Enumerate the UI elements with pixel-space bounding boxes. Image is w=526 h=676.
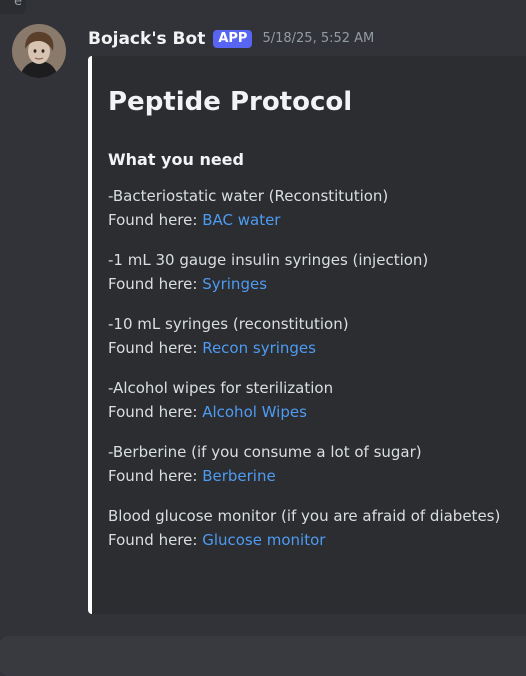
supply-item: Blood glucose monitor (if you are afraid… — [108, 504, 526, 552]
alcohol-wipes-link[interactable]: Alcohol Wipes — [202, 403, 307, 421]
previous-message-stub: e — [0, 0, 26, 14]
found-here-label: Found here: — [108, 403, 203, 421]
berberine-link[interactable]: Berberine — [202, 467, 276, 485]
supply-item-text: -1 mL 30 gauge insulin syringes (injecti… — [108, 251, 429, 269]
supply-item: -1 mL 30 gauge insulin syringes (injecti… — [108, 248, 526, 296]
supply-item-text: -Bacteriostatic water (Reconstitution) — [108, 187, 389, 205]
supply-item-text: -Berberine (if you consume a lot of suga… — [108, 443, 422, 461]
supply-link-line: Found here: Syringes — [108, 272, 526, 296]
recon-syringes-link[interactable]: Recon syringes — [202, 339, 316, 357]
embed-content: Peptide Protocol What you need -Bacterio… — [108, 82, 526, 552]
previous-message-text: e — [14, 0, 22, 9]
supply-link-line: Found here: BAC water — [108, 208, 526, 232]
supply-item-text: -Alcohol wipes for sterilization — [108, 379, 334, 397]
supply-link-line: Found here: Glucose monitor — [108, 528, 526, 552]
message-header: Bojack's Bot APP 5/18/25, 5:52 AM — [88, 26, 374, 52]
found-here-label: Found here: — [108, 339, 203, 357]
found-here-label: Found here: — [108, 211, 203, 229]
avatar[interactable] — [12, 24, 66, 78]
supply-link-line: Found here: Alcohol Wipes — [108, 400, 526, 424]
avatar-image — [12, 24, 66, 78]
found-here-label: Found here: — [108, 467, 203, 485]
message-timestamp[interactable]: 5/18/25, 5:52 AM — [262, 26, 374, 52]
supply-link-line: Found here: Recon syringes — [108, 336, 526, 360]
found-here-label: Found here: — [108, 531, 203, 549]
syringes-link[interactable]: Syringes — [202, 275, 267, 293]
glucose-monitor-link[interactable]: Glucose monitor — [202, 531, 325, 549]
supply-item-text: Blood glucose monitor (if you are afraid… — [108, 507, 501, 525]
message-embed: Peptide Protocol What you need -Bacterio… — [88, 56, 526, 614]
supply-item-text: -10 mL syringes (reconstitution) — [108, 315, 349, 333]
supply-link-line: Found here: Berberine — [108, 464, 526, 488]
supply-item: -Alcohol wipes for sterilization Found h… — [108, 376, 526, 424]
message-composer[interactable] — [0, 636, 526, 676]
bac-water-link[interactable]: BAC water — [202, 211, 280, 229]
found-here-label: Found here: — [108, 275, 203, 293]
supply-list: -Bacteriostatic water (Reconstitution) F… — [108, 184, 526, 552]
embed-title: Peptide Protocol — [108, 87, 353, 117]
supply-item: -Berberine (if you consume a lot of suga… — [108, 440, 526, 488]
app-badge: APP — [213, 30, 253, 48]
embed-subtitle: What you need — [108, 150, 244, 169]
supply-item: -Bacteriostatic water (Reconstitution) F… — [108, 184, 526, 232]
bot-username[interactable]: Bojack's Bot — [88, 26, 205, 52]
supply-item: -10 mL syringes (reconstitution) Found h… — [108, 312, 526, 360]
